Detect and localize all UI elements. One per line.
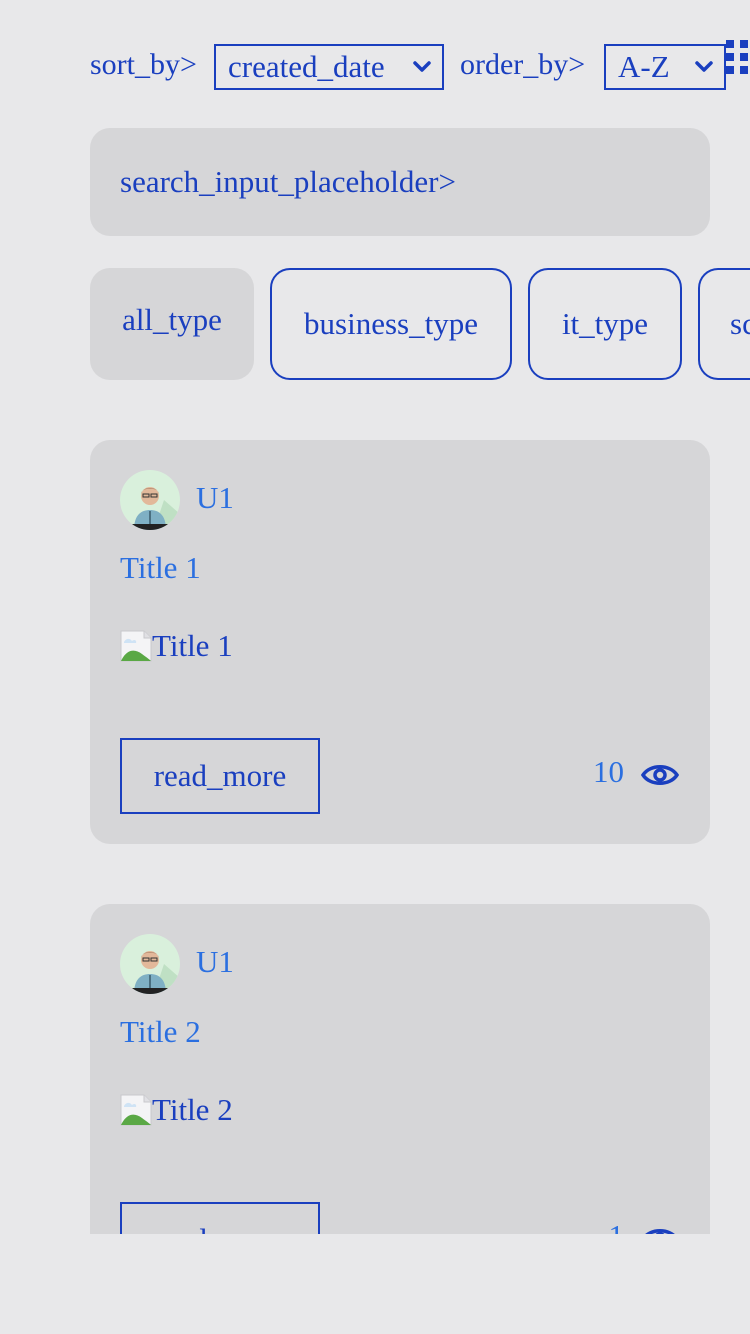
sort-select-value: created_date: [228, 49, 385, 84]
read-more-button[interactable]: read_more: [120, 1202, 320, 1234]
chip-business-type[interactable]: business_type: [270, 268, 512, 380]
image-alt-text: Title 2: [152, 1092, 233, 1127]
chevron-down-icon: [695, 61, 713, 72]
read-more-label: read_more: [153, 758, 287, 793]
author-name[interactable]: U1: [196, 480, 234, 516]
grid-icon[interactable]: [726, 40, 750, 84]
read-more-button[interactable]: read_more: [120, 738, 320, 814]
chip-it-type[interactable]: it_type: [528, 268, 682, 380]
search-placeholder: search_input_placeholder>: [120, 164, 456, 199]
type-filter-bar: all_type business_type it_type sc: [90, 268, 750, 380]
chip-label: all_type: [122, 302, 222, 337]
chip-partial-type[interactable]: sc: [698, 268, 750, 380]
view-count: 1: [609, 1218, 625, 1234]
viewport: sort_by> created_date order_by> A-Z sear…: [0, 0, 750, 1234]
post-title[interactable]: Title 2: [120, 1014, 201, 1050]
eye-icon: [640, 765, 680, 785]
order-select-value: A-Z: [618, 49, 670, 84]
read-more-label: read_more: [154, 1222, 287, 1234]
post-title[interactable]: Title 1: [120, 550, 201, 586]
chevron-down-icon: [413, 61, 431, 72]
author-name[interactable]: U1: [196, 944, 234, 980]
avatar: [120, 470, 180, 530]
chip-label: it_type: [561, 306, 649, 341]
avatar: [120, 934, 180, 994]
post-cover-image: Title 1: [120, 626, 233, 666]
eye-icon: [645, 1229, 675, 1234]
image-alt-text: Title 1: [152, 628, 233, 663]
post-cover-image: Title 2: [120, 1090, 233, 1130]
chip-label: sc: [730, 306, 750, 341]
post-card[interactable]: U1 Title 2 Title 2 read_more 1: [90, 904, 710, 1234]
sort-toolbar: sort_by> created_date order_by> A-Z: [90, 40, 750, 94]
post-card[interactable]: U1 Title 1 Title 1 read_more 10: [90, 440, 710, 844]
search-input[interactable]: search_input_placeholder>: [90, 128, 710, 236]
chip-all-type[interactable]: all_type: [90, 268, 254, 380]
broken-image-icon: [120, 630, 152, 662]
order-label: order_by>: [460, 48, 586, 81]
sort-label: sort_by>: [90, 48, 197, 81]
view-count: 10: [593, 754, 624, 789]
sort-select[interactable]: created_date: [214, 44, 444, 90]
chip-label: business_type: [304, 306, 478, 341]
broken-image-icon: [120, 1094, 152, 1126]
order-select[interactable]: A-Z: [604, 44, 726, 90]
